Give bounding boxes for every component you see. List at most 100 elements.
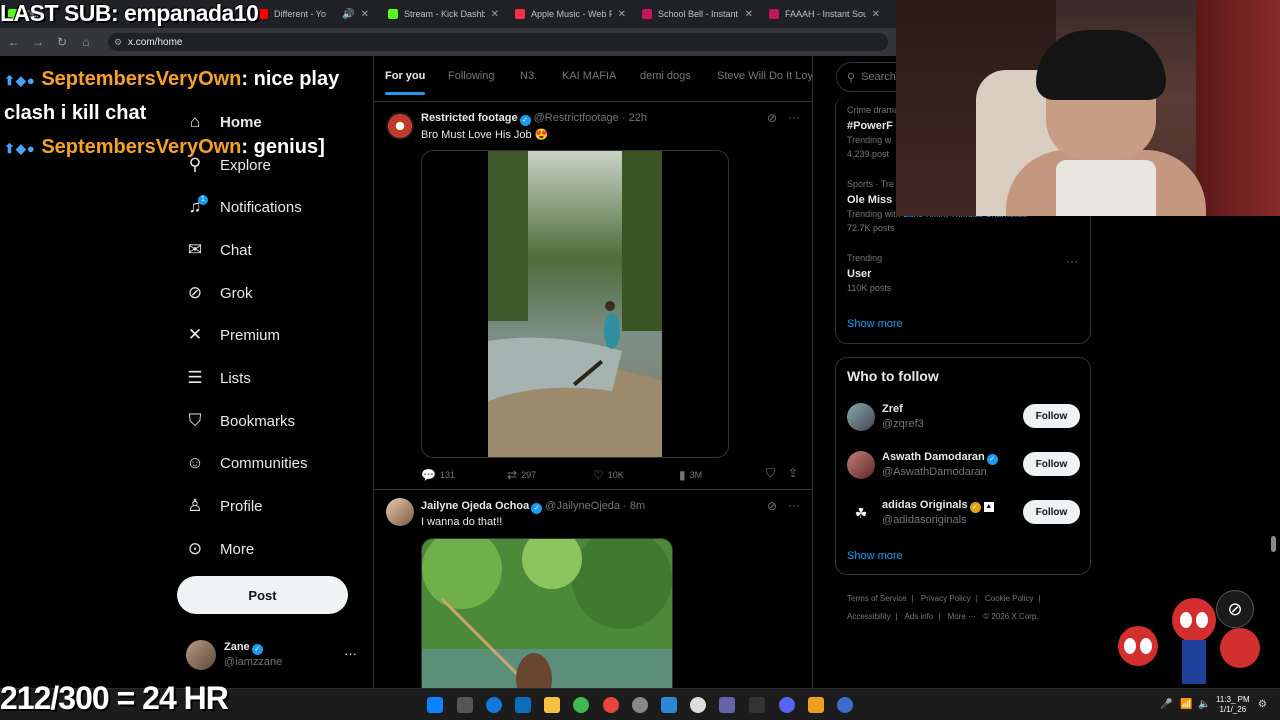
sidebar-item-bookmarks[interactable]: ⛉ Bookmarks <box>184 407 295 435</box>
sidebar-item-profile[interactable]: ♙ Profile <box>184 492 262 520</box>
close-tab-icon[interactable]: ✕ <box>361 9 369 20</box>
browser-tab[interactable]: Stream - Kick Dashbo ✕ <box>380 0 507 28</box>
tab-list[interactable]: KAI MAFIA <box>562 70 616 82</box>
tab-following[interactable]: Following <box>448 70 494 82</box>
app-icon[interactable] <box>690 697 706 713</box>
scrollbar-thumb[interactable] <box>1271 536 1276 552</box>
sidebar-item-communities[interactable]: ☺ Communities <box>184 449 307 477</box>
follow-button[interactable]: Follow <box>1023 404 1080 428</box>
tweet-author-name[interactable]: Jailyne Ojeda Ochoa <box>421 500 529 512</box>
footer-link-accessibility[interactable]: Accessibility <box>847 612 891 621</box>
sidebar-item-grok[interactable]: ⊘ Grok <box>184 279 253 307</box>
browser-tab[interactable]: FAAAH - Instant Soun ✕ <box>761 0 888 28</box>
reload-icon[interactable]: ↻ <box>50 35 74 49</box>
sidebar-item-notifications[interactable]: ♫ 1 Notifications <box>184 193 302 221</box>
footer-link-more[interactable]: More ··· <box>948 612 976 621</box>
close-tab-icon[interactable]: ✕ <box>872 9 880 20</box>
discord-icon[interactable] <box>779 697 795 713</box>
more-icon[interactable]: ··· <box>788 498 800 512</box>
follow-suggestion[interactable]: ☘ adidas Originals ✓ ▲ @adidasoriginals F… <box>847 496 1080 532</box>
teams-icon[interactable] <box>719 697 735 713</box>
footer-link-privacy[interactable]: Privacy Policy <box>921 594 971 603</box>
speaker-icon[interactable]: 🔊 <box>342 9 354 20</box>
file-explorer-icon[interactable] <box>544 697 560 713</box>
tab-list[interactable]: N3. <box>520 70 537 82</box>
grok-icon[interactable]: ⊘ <box>767 499 777 513</box>
windows-start-icon[interactable] <box>427 697 443 713</box>
edge-icon[interactable] <box>486 697 502 713</box>
sidebar-item-lists[interactable]: ☰ Lists <box>184 364 250 392</box>
tweet-timestamp[interactable]: · 8m <box>623 500 645 512</box>
sidebar-item-premium[interactable]: ✕ Premium <box>184 321 280 349</box>
avatar[interactable] <box>386 498 414 526</box>
tab-list[interactable]: demi dogs <box>640 70 691 82</box>
close-tab-icon[interactable]: ✕ <box>745 9 753 20</box>
settings-icon[interactable]: ⚙ <box>1258 699 1267 710</box>
trend-item[interactable]: Crime drama #PowerF Trending w 4,239 pos… <box>847 104 899 161</box>
follow-button[interactable]: Follow <box>1023 452 1080 476</box>
grok-icon[interactable]: ⊘ <box>767 111 777 125</box>
tab-for-you[interactable]: For you <box>385 70 426 95</box>
obs-icon[interactable] <box>632 697 648 713</box>
forward-icon[interactable]: → <box>26 35 50 49</box>
myinstants-icon <box>769 9 779 19</box>
app-icon[interactable] <box>749 697 765 713</box>
follow-suggestion[interactable]: Aswath Damodaran ✓ @AswathDamodaran Follo… <box>847 448 1080 484</box>
sidebar-item-chat[interactable]: ✉ Chat <box>184 236 252 264</box>
outlook-icon[interactable] <box>515 697 531 713</box>
account-switcher[interactable]: Zane ✓ @iamzzane ··· <box>186 638 361 672</box>
sidebar-item-more[interactable]: ⊙ More <box>184 535 254 563</box>
grok-floating-button[interactable]: ⊘ <box>1216 590 1254 628</box>
store-icon[interactable] <box>661 697 677 713</box>
tab-list[interactable]: Steve Will Do It Loy <box>717 70 812 82</box>
tweet-author-handle[interactable]: @JailyneOjeda <box>545 500 620 512</box>
system-clock[interactable]: 11:3_ PM 1/1/_26 <box>1216 695 1250 716</box>
more-icon[interactable]: ··· <box>344 646 357 661</box>
tweet-video[interactable] <box>421 150 729 458</box>
trend-item[interactable]: Trending User 110K posts <box>847 252 891 296</box>
search-input[interactable]: ⚲ Search <box>836 62 896 92</box>
repost-button[interactable]: ⇄ 297 <box>507 468 536 482</box>
verified-badge-icon: ✓ <box>519 115 531 126</box>
close-tab-icon[interactable]: ✕ <box>491 9 499 20</box>
reply-button[interactable]: 💬 131 <box>421 468 455 482</box>
avatar[interactable] <box>386 112 414 140</box>
bookmark-icon[interactable]: ⛉ <box>766 466 775 481</box>
tweet[interactable]: Jailyne Ojeda Ochoa ✓ @JailyneOjeda · 8m … <box>374 492 812 688</box>
footer-links: Terms of Service | Privacy Policy | Cookie… <box>847 594 1041 621</box>
task-view-icon[interactable] <box>457 697 473 713</box>
views-button[interactable]: ▮ 3M <box>679 468 702 482</box>
footer-link-ads-info[interactable]: Ads info <box>904 612 933 621</box>
browser-tab[interactable]: Apple Music - Web Pl ✕ <box>507 0 634 28</box>
home-icon[interactable]: ⌂ <box>74 35 98 49</box>
follow-button[interactable]: Follow <box>1023 500 1080 524</box>
spotify-icon[interactable] <box>573 697 589 713</box>
url-field[interactable]: ⚙ x.com/home <box>108 33 888 51</box>
show-more-link[interactable]: Show more <box>847 550 903 562</box>
app-icon[interactable] <box>808 697 824 713</box>
tweet[interactable]: Restricted footage ✓ @Restrictfootage · 2… <box>374 104 812 490</box>
follow-suggestion[interactable]: Zref @zqref3 Follow <box>847 400 1080 436</box>
tweet-image[interactable] <box>421 538 673 688</box>
site-info-icon[interactable]: ⚙ <box>114 37 122 48</box>
share-icon[interactable]: ⇪ <box>788 466 798 480</box>
back-icon[interactable]: ← <box>2 35 26 49</box>
like-button[interactable]: ♡ 10K <box>593 468 624 482</box>
browser-tab[interactable]: School Bell - Instant S ✕ <box>634 0 761 28</box>
more-icon[interactable]: ··· <box>788 110 800 124</box>
tweet-author-handle[interactable]: @Restrictfootage <box>534 112 619 124</box>
wifi-icon[interactable]: 📶 <box>1180 699 1192 710</box>
browser-tab[interactable]: Different - Yo 🔊 ✕ <box>250 0 377 28</box>
microphone-icon[interactable]: 🎤 <box>1160 699 1172 710</box>
post-button[interactable]: Post <box>177 576 348 614</box>
app-icon[interactable] <box>837 697 853 713</box>
footer-link-terms[interactable]: Terms of Service <box>847 594 907 603</box>
tweet-author-name[interactable]: Restricted footage <box>421 112 518 124</box>
footer-link-cookie[interactable]: Cookie Policy <box>985 594 1033 603</box>
show-more-link[interactable]: Show more <box>847 318 903 330</box>
more-icon[interactable]: ··· <box>1066 254 1078 268</box>
volume-icon[interactable]: 🔈 <box>1198 699 1210 710</box>
close-tab-icon[interactable]: ✕ <box>618 9 626 20</box>
tweet-timestamp[interactable]: · 22h <box>622 112 647 124</box>
chrome-icon[interactable] <box>603 697 619 713</box>
